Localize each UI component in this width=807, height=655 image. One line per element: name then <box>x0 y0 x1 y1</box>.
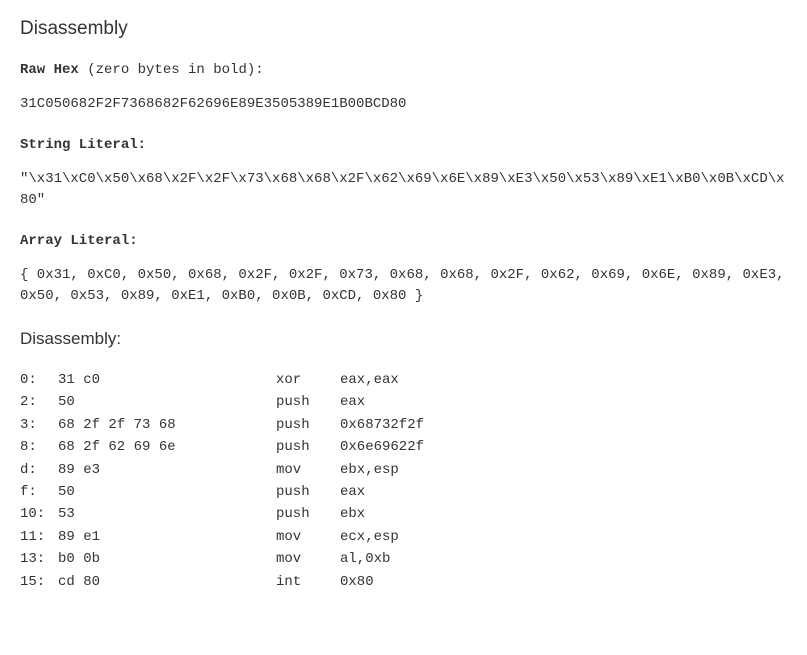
disasm-operands: al,0xb <box>340 548 390 570</box>
disasm-row: 0:31 c0xoreax,eax <box>20 369 787 391</box>
disasm-mnemonic: mov <box>276 459 340 481</box>
disasm-row: f:50pusheax <box>20 481 787 503</box>
disasm-bytes: 50 <box>58 481 276 503</box>
disasm-row: 13:b0 0bmoval,0xb <box>20 548 787 570</box>
disasm-offset: 11: <box>20 526 58 548</box>
string-literal-label: String Literal: <box>20 137 787 153</box>
disasm-row: 3:68 2f 2f 73 68push0x68732f2f <box>20 414 787 436</box>
disasm-mnemonic: push <box>276 391 340 413</box>
disasm-operands: ecx,esp <box>340 526 399 548</box>
disasm-bytes: 31 c0 <box>58 369 276 391</box>
raw-hex-label: Raw Hex (zero bytes in bold): <box>20 62 787 78</box>
disasm-row: 2:50pusheax <box>20 391 787 413</box>
disasm-offset: 0: <box>20 369 58 391</box>
disasm-mnemonic: push <box>276 436 340 458</box>
disasm-mnemonic: push <box>276 503 340 525</box>
disasm-mnemonic: push <box>276 414 340 436</box>
disasm-operands: ebx,esp <box>340 459 399 481</box>
disasm-mnemonic: int <box>276 571 340 593</box>
disasm-operands: eax,eax <box>340 369 399 391</box>
disasm-offset: 8: <box>20 436 58 458</box>
disasm-bytes: 68 2f 62 69 6e <box>58 436 276 458</box>
disasm-mnemonic: mov <box>276 526 340 548</box>
array-literal-value: { 0x31, 0xC0, 0x50, 0x68, 0x2F, 0x2F, 0x… <box>20 265 787 307</box>
disasm-operands: 0x80 <box>340 571 374 593</box>
disasm-offset: 10: <box>20 503 58 525</box>
page-title: Disassembly <box>20 18 787 40</box>
disasm-bytes: b0 0b <box>58 548 276 570</box>
disasm-operands: 0x6e69622f <box>340 436 424 458</box>
disasm-operands: ebx <box>340 503 365 525</box>
disasm-row: 11:89 e1movecx,esp <box>20 526 787 548</box>
disasm-bytes: 89 e3 <box>58 459 276 481</box>
disasm-bytes: cd 80 <box>58 571 276 593</box>
disasm-row: 15:cd 80int0x80 <box>20 571 787 593</box>
disasm-row: 10:53pushebx <box>20 503 787 525</box>
disasm-bytes: 53 <box>58 503 276 525</box>
disassembly-heading: Disassembly: <box>20 329 787 349</box>
raw-hex-value: 31C050682F2F7368682F62696E89E3505389E1B0… <box>20 94 787 115</box>
disasm-operands: eax <box>340 481 365 503</box>
disasm-bytes: 89 e1 <box>58 526 276 548</box>
disasm-mnemonic: xor <box>276 369 340 391</box>
disasm-row: d:89 e3movebx,esp <box>20 459 787 481</box>
disasm-offset: 13: <box>20 548 58 570</box>
disasm-row: 8:68 2f 62 69 6epush0x6e69622f <box>20 436 787 458</box>
disasm-bytes: 50 <box>58 391 276 413</box>
disasm-mnemonic: push <box>276 481 340 503</box>
array-literal-label: Array Literal: <box>20 233 787 249</box>
disasm-operands: 0x68732f2f <box>340 414 424 436</box>
string-literal-value: "\x31\xC0\x50\x68\x2F\x2F\x73\x68\x68\x2… <box>20 169 787 211</box>
disasm-offset: 2: <box>20 391 58 413</box>
raw-hex-label-note: (zero bytes in bold): <box>79 62 264 78</box>
disasm-offset: 15: <box>20 571 58 593</box>
disasm-mnemonic: mov <box>276 548 340 570</box>
disasm-offset: f: <box>20 481 58 503</box>
disasm-offset: 3: <box>20 414 58 436</box>
raw-hex-label-bold: Raw Hex <box>20 62 79 78</box>
disasm-bytes: 68 2f 2f 73 68 <box>58 414 276 436</box>
disasm-offset: d: <box>20 459 58 481</box>
disasm-operands: eax <box>340 391 365 413</box>
disassembly-table: 0:31 c0xoreax,eax2:50pusheax3:68 2f 2f 7… <box>20 369 787 593</box>
